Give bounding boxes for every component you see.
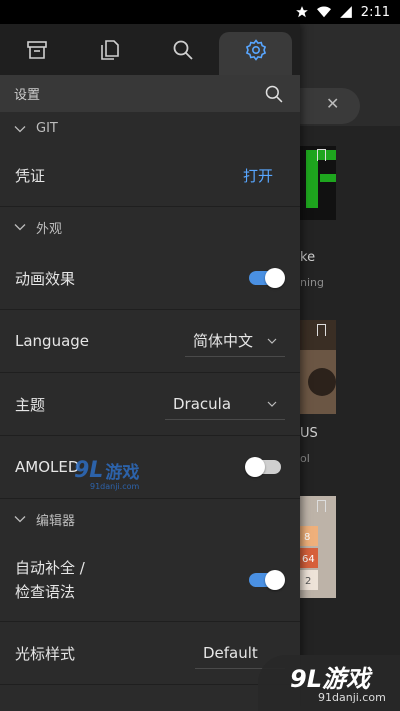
tile-value: 64 (302, 554, 315, 565)
tile-value: 2 (305, 576, 311, 587)
watermark-text: 游戏 (105, 463, 140, 483)
setting-label: 自动补全 / 检查语法 (15, 556, 85, 604)
setting-cursor-style: 光标样式 Default (0, 622, 300, 685)
setting-label: AMOLED (15, 458, 80, 476)
chevron-down-icon (14, 224, 26, 231)
theme-select[interactable]: Dracula (165, 388, 285, 420)
wifi-icon (316, 6, 331, 18)
chevron-down-icon (14, 516, 26, 523)
setting-label: 动画效果 (15, 269, 76, 288)
amoled-toggle[interactable] (245, 457, 281, 477)
settings-title: 设置 (14, 88, 41, 103)
setting-label: 凭证 (15, 167, 46, 185)
chevron-down-icon (267, 338, 277, 344)
status-bar: 2:11 (0, 0, 400, 24)
language-value: 简体中文 (193, 332, 254, 350)
battery-icon (339, 6, 352, 18)
chevron-down-icon (14, 125, 26, 132)
setting-credentials: 凭证 打开 (0, 145, 300, 207)
app-screen: 2:11 ✕ ke ning US ol 8 64 2 设置 GIT 凭证 打开… (0, 0, 400, 711)
animations-toggle[interactable] (249, 268, 285, 288)
drawer-tabs (0, 24, 300, 75)
card-title: US (300, 426, 318, 441)
tab-files[interactable] (73, 24, 146, 75)
setting-autocomplete: 自动补全 / 检查语法 (0, 539, 300, 622)
section-appearance-header[interactable]: 外观 (0, 207, 300, 247)
section-title: 外观 (36, 221, 63, 237)
setting-label-line: 自动补全 / (15, 559, 85, 577)
search-icon[interactable] (264, 84, 284, 104)
setting-label-line: 检查语法 (15, 583, 76, 601)
card-subtitle: ol (300, 452, 310, 465)
bookmark-icon[interactable] (317, 324, 326, 336)
search-icon (173, 40, 193, 60)
watermark-logo: 9L 游戏 91danji.com (74, 458, 140, 491)
tab-search[interactable] (146, 24, 219, 75)
chevron-down-icon (267, 401, 277, 407)
corner-logo: 9L游戏 91danji.com (258, 655, 400, 711)
bookmark-icon[interactable] (317, 500, 326, 512)
tile-value: 8 (304, 532, 310, 543)
setting-amoled: AMOLED (0, 436, 300, 499)
corner-logo-url: 91danji.com (318, 691, 386, 704)
theme-value: Dracula (173, 394, 232, 413)
tab-settings[interactable] (219, 32, 292, 75)
setting-label: 主题 (15, 395, 46, 414)
bookmark-icon[interactable] (317, 149, 326, 161)
watermark-mark: 9L (74, 458, 104, 483)
setting-label: 光标样式 (15, 644, 76, 663)
section-editor-header[interactable]: 编辑器 (0, 499, 300, 539)
navigation-drawer: 设置 GIT 凭证 打开 外观 动画效果 Language 简体中文 主题 Dr… (0, 24, 300, 711)
cursor-style-value: Default (203, 643, 258, 662)
watermark-url: 91danji.com (90, 482, 140, 491)
section-title: 编辑器 (36, 513, 76, 529)
settings-header: 设置 (0, 75, 300, 112)
gear-icon (245, 38, 266, 61)
setting-theme: 主题 Dracula (0, 373, 300, 436)
star-icon (295, 6, 308, 18)
archive-icon (26, 40, 47, 59)
autocomplete-toggle[interactable] (249, 570, 285, 590)
setting-animations: 动画效果 (0, 247, 300, 310)
tab-archive[interactable] (0, 24, 73, 75)
setting-language: Language 简体中文 (0, 310, 300, 373)
section-git-header[interactable]: GIT (0, 112, 300, 145)
files-icon (100, 39, 119, 60)
card-subtitle: ning (300, 276, 324, 289)
section-title: GIT (36, 121, 58, 136)
close-icon[interactable]: ✕ (326, 94, 339, 113)
setting-label: Language (15, 332, 90, 350)
open-credentials-link[interactable]: 打开 (243, 165, 273, 186)
corner-logo-text: 9L游戏 (290, 665, 370, 693)
status-time: 2:11 (360, 4, 390, 20)
language-select[interactable]: 简体中文 (185, 325, 285, 357)
card-title: ke (300, 250, 316, 265)
